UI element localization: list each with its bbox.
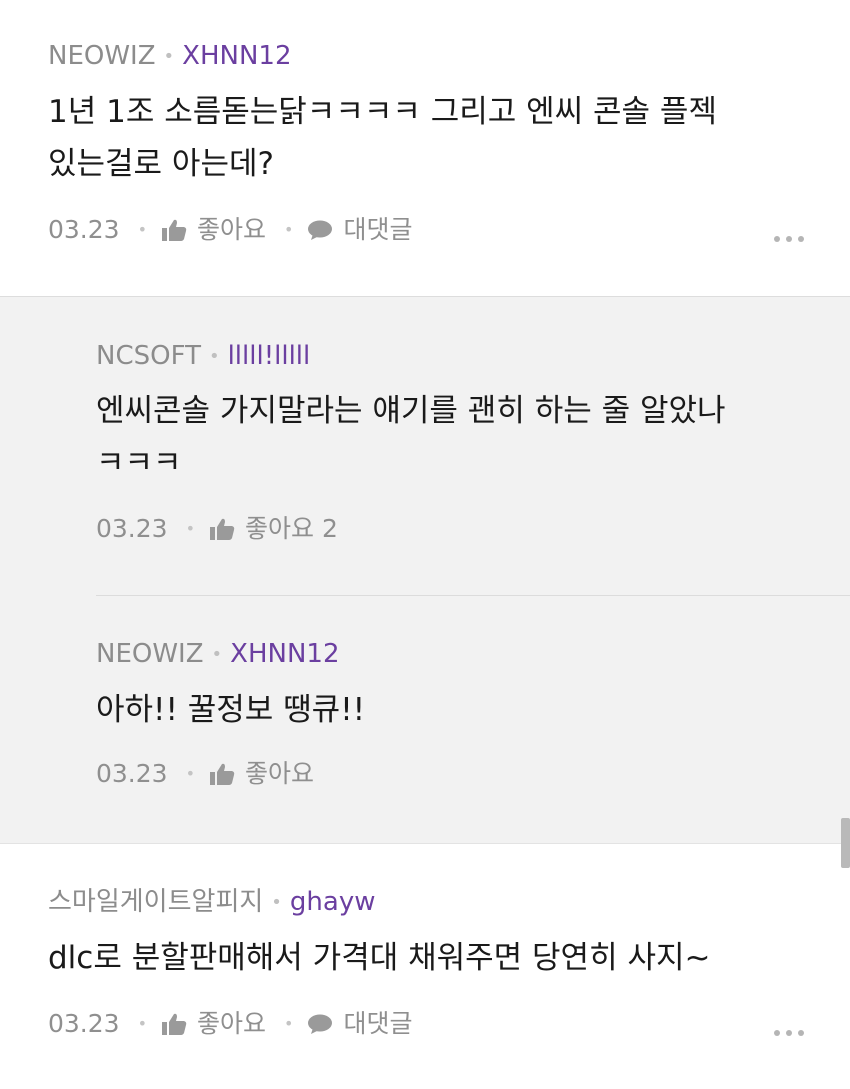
- reply-item: NCSOFT • lllll!lllll 엔씨콘솔 가지말라는 얘기를 괜히 하는 …: [96, 297, 850, 595]
- author-source: 스마일게이트알피지: [48, 887, 264, 917]
- reply-actions: 03.23 • 좋아요: [96, 758, 314, 790]
- thumbs-up-icon[interactable]: [161, 218, 187, 242]
- separator-dot: •: [185, 764, 196, 783]
- like-button[interactable]: 좋아요 2: [245, 513, 338, 545]
- more-dots-icon[interactable]: [774, 1030, 804, 1036]
- author-nickname[interactable]: ghayw: [290, 887, 376, 917]
- reply-text-line: 엔씨콘솔 가지말라는 얘기를 괜히 하는 줄 알았나: [96, 393, 726, 429]
- separator-dot: •: [137, 1014, 148, 1033]
- comment-actions: 03.23 • 좋아요 • 대댓글: [48, 1008, 412, 1040]
- comment-date: 03.23: [48, 215, 120, 244]
- comment-item: NEOWIZ • XHNN12 1년 1조 소름돋는닭ㅋㅋㅋㅋ 그리고 엔씨 콘솔 …: [0, 0, 850, 296]
- reply-button[interactable]: 대댓글: [343, 1008, 412, 1040]
- author-nickname[interactable]: XHNN12: [182, 41, 291, 71]
- reply-date: 03.23: [96, 514, 168, 543]
- comment-text: dlc로 분할판매해서 가격대 채워주면 당연히 사지~: [48, 932, 710, 984]
- reply-text: 엔씨콘솔 가지말라는 얘기를 괜히 하는 줄 알았나 ㅋㅋㅋ: [96, 385, 726, 489]
- reply-actions: 03.23 • 좋아요 2: [96, 513, 338, 545]
- scrollbar[interactable]: [841, 818, 850, 868]
- reply-button[interactable]: 대댓글: [343, 214, 412, 246]
- comment-item: 스마일게이트알피지 • ghayw dlc로 분할판매해서 가격대 채워주면 당연히…: [0, 844, 850, 1089]
- reply-text-line: ㅋㅋㅋ: [96, 445, 182, 481]
- separator-dot: •: [211, 643, 223, 665]
- author-nickname[interactable]: lllll!lllll: [228, 341, 311, 371]
- separator-dot: •: [284, 1014, 294, 1033]
- reply-item: NEOWIZ • XHNN12 아하!! 꿀정보 땡큐!! 03.23 • 좋아요: [96, 596, 850, 844]
- separator-dot: •: [137, 220, 148, 239]
- reply-text-line: 아하!! 꿀정보 땡큐!!: [96, 692, 366, 728]
- like-button[interactable]: 좋아요: [197, 214, 266, 246]
- separator-dot: •: [163, 45, 175, 67]
- like-button[interactable]: 좋아요: [245, 758, 314, 790]
- comment-text-line: 1년 1조 소름돋는닭ㅋㅋㅋㅋ 그리고 엔씨 콘솔 플젝: [48, 94, 717, 130]
- author-source: NCSOFT: [96, 341, 201, 371]
- speech-bubble-icon[interactable]: [307, 1013, 333, 1035]
- separator-dot: •: [185, 519, 196, 538]
- comment-actions: 03.23 • 좋아요 • 대댓글: [48, 214, 412, 246]
- comment-text-line: 있는걸로 아는데?: [48, 146, 274, 182]
- thumbs-up-icon[interactable]: [209, 517, 235, 541]
- reply-date: 03.23: [96, 759, 168, 788]
- reply-text: 아하!! 꿀정보 땡큐!!: [96, 684, 365, 736]
- comment-thread: NEOWIZ • XHNN12 1년 1조 소름돋는닭ㅋㅋㅋㅋ 그리고 엔씨 콘솔 …: [0, 0, 850, 1089]
- separator-dot: •: [271, 891, 282, 913]
- comment-date: 03.23: [48, 1009, 120, 1038]
- comment-text: 1년 1조 소름돋는닭ㅋㅋㅋㅋ 그리고 엔씨 콘솔 플젝 있는걸로 아는데?: [48, 86, 717, 190]
- comment-author[interactable]: 스마일게이트알피지 • ghayw: [48, 886, 375, 919]
- speech-bubble-icon[interactable]: [307, 219, 333, 241]
- comment-author[interactable]: NEOWIZ • XHNN12: [48, 40, 292, 73]
- separator-dot: •: [284, 220, 294, 239]
- like-button[interactable]: 좋아요: [197, 1008, 266, 1040]
- author-source: NEOWIZ: [48, 41, 156, 71]
- reply-author[interactable]: NCSOFT • lllll!lllll: [96, 340, 310, 373]
- replies-section: NCSOFT • lllll!lllll 엔씨콘솔 가지말라는 얘기를 괜히 하는 …: [0, 296, 850, 844]
- thumbs-up-icon[interactable]: [161, 1012, 187, 1036]
- separator-dot: •: [208, 345, 220, 367]
- comment-text-line: dlc로 분할판매해서 가격대 채워주면 당연히 사지~: [48, 940, 711, 976]
- more-dots-icon[interactable]: [774, 236, 804, 242]
- author-source: NEOWIZ: [96, 639, 204, 669]
- thumbs-up-icon[interactable]: [209, 762, 235, 786]
- reply-author[interactable]: NEOWIZ • XHNN12: [96, 638, 340, 671]
- author-nickname[interactable]: XHNN12: [230, 639, 339, 669]
